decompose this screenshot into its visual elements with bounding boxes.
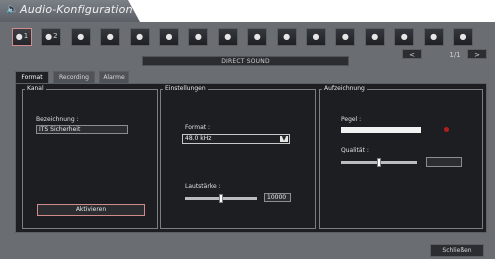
device-button-9[interactable]: ● [247, 28, 268, 46]
speaker-icon: ● [165, 32, 173, 41]
quality-slider-thumb[interactable] [377, 158, 381, 167]
volume-input[interactable]: 10000 [264, 193, 291, 202]
speaker-icon: ● [45, 32, 53, 41]
speaker-icon: ● [283, 32, 291, 41]
close-button[interactable]: Schließen [430, 244, 484, 257]
volume-slider[interactable] [185, 194, 257, 203]
audio-config-window: 🔈 Audio-Konfiguration ●1 ●2 ● ● ● ● ● ● ● ● ● ● ● ● ● ●… [0, 0, 495, 259]
name-input[interactable]: ITS Sicherheit [36, 125, 128, 134]
quality-label: Qualität : [341, 147, 369, 154]
prev-page-button[interactable]: < [402, 49, 422, 59]
device-button-10[interactable]: ● [276, 28, 297, 46]
recording-indicator-icon [444, 127, 449, 132]
device-button-row: ●1 ●2 ● ● ● ● ● ● ● ● ● ● ● ● ● ● [12, 28, 492, 48]
tab-alarme[interactable]: Alarme [99, 71, 129, 83]
device-number: 1 [23, 32, 29, 40]
device-button-3[interactable]: ● [70, 28, 91, 46]
speaker-icon: ● [312, 32, 320, 41]
sound-system-label: DIRECT SOUND [142, 56, 349, 66]
activate-button[interactable]: Aktivieren [37, 204, 145, 216]
tab-bar: Format Recording Alarme [15, 71, 495, 83]
level-meter [341, 127, 421, 133]
device-button-16[interactable]: ● [453, 28, 473, 46]
format-panel: Kanal Bezeichnung : ITS Sicherheit Aktiv… [15, 83, 487, 233]
next-page-button[interactable]: > [467, 49, 487, 59]
speaker-icon: ● [77, 32, 85, 41]
speaker-icon: ● [106, 32, 114, 41]
device-button-5[interactable]: ● [129, 28, 150, 46]
quality-input[interactable] [426, 157, 462, 167]
device-button-8[interactable]: ● [217, 28, 238, 46]
page-indicator: 1/1 [449, 51, 461, 59]
volume-slider-thumb[interactable] [219, 194, 223, 203]
title-bar: 🔈 Audio-Konfiguration [0, 0, 495, 22]
kanal-group-title: Kanal [25, 84, 46, 94]
level-label: Pegel : [341, 116, 362, 123]
device-button-13[interactable]: ● [364, 28, 385, 46]
speaker-icon: ● [430, 32, 438, 41]
device-button-2[interactable]: ●2 [41, 28, 62, 46]
speaker-icon: ● [341, 32, 349, 41]
device-button-11[interactable]: ● [306, 28, 326, 46]
speaker-icon: ● [400, 32, 408, 41]
chevron-down-icon[interactable]: ▼ [280, 136, 288, 142]
format-select-value: 48.0 kHz [185, 135, 212, 142]
speaker-icon: ● [15, 32, 23, 41]
device-button-4[interactable]: ● [100, 28, 121, 46]
device-button-1[interactable]: ●1 [12, 28, 32, 46]
speaker-icon: ● [136, 32, 144, 41]
format-select[interactable]: 48.0 kHz ▼ [182, 134, 290, 144]
device-button-15[interactable]: ● [423, 28, 444, 46]
device-button-6[interactable]: ● [159, 28, 179, 46]
speaker-icon: ● [224, 32, 232, 41]
kanal-group: Kanal Bezeichnung : ITS Sicherheit Aktiv… [22, 84, 158, 229]
device-number: 2 [53, 32, 58, 40]
window-title: Audio-Konfiguration [20, 3, 133, 16]
speaker-icon: ● [194, 32, 202, 41]
format-label: Format : [185, 124, 211, 131]
speaker-icon: 🔈 [6, 4, 19, 15]
speaker-icon: ● [459, 32, 467, 41]
tab-recording[interactable]: Recording [53, 71, 95, 83]
quality-slider[interactable] [341, 158, 417, 167]
volume-label: Lautstärke : [185, 183, 221, 190]
aufzeichnung-group: Aufzeichnung Pegel : Qualität : [319, 84, 483, 229]
speaker-icon: ● [253, 32, 261, 41]
name-label: Bezeichnung : [36, 116, 79, 123]
einstellungen-group-title: Einstellungen [163, 84, 208, 94]
device-button-14[interactable]: ● [394, 28, 415, 46]
tab-format[interactable]: Format [15, 71, 49, 83]
device-button-7[interactable]: ● [188, 28, 209, 46]
device-button-12[interactable]: ● [335, 28, 356, 46]
title-tab: 🔈 Audio-Konfiguration [0, 0, 140, 22]
speaker-icon: ● [371, 32, 379, 41]
aufzeichnung-group-title: Aufzeichnung [322, 84, 367, 94]
einstellungen-group: Einstellungen Format : 48.0 kHz ▼ Lautst… [160, 84, 316, 229]
